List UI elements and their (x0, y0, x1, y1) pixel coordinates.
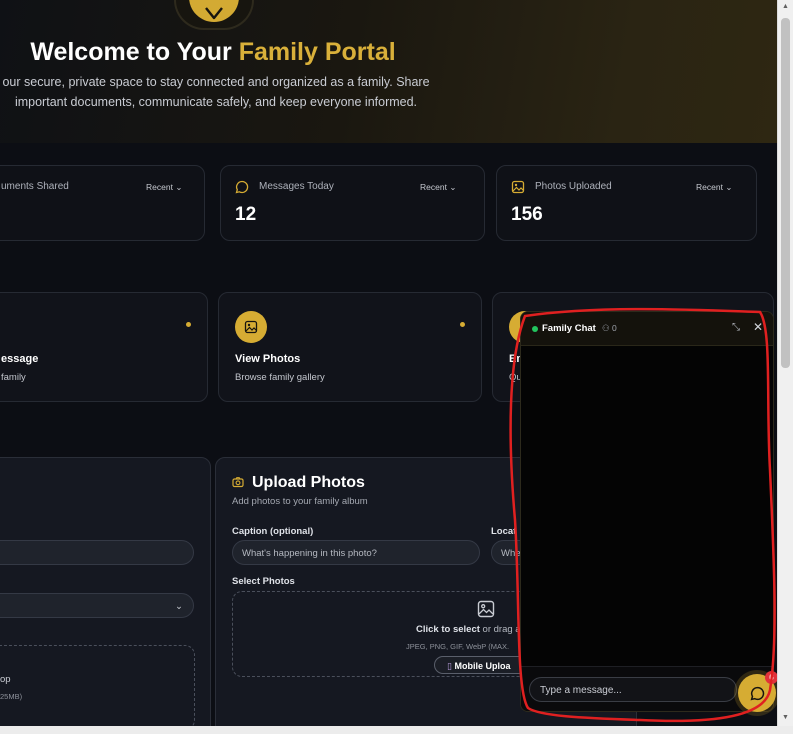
chevron-down-icon: ⌄ (449, 182, 457, 192)
title-accent: Family Portal (238, 38, 396, 66)
action-subtitle: Browse family gallery (235, 372, 325, 383)
hero-logo (174, 0, 254, 30)
mobile-upload-label: Mobile Uploa (454, 661, 511, 671)
left-text-input[interactable] (0, 540, 194, 565)
hero-subtitle: our secure, private space to stay connec… (0, 72, 446, 112)
message-circle-icon (750, 686, 764, 700)
online-status-dot (532, 326, 538, 332)
image-icon (244, 320, 258, 334)
hero-banner: Welcome to Your Family Portal our secure… (0, 0, 777, 143)
chat-footer: Type a message... (521, 666, 773, 711)
camera-icon (232, 477, 244, 488)
action-card-view-photos[interactable]: View Photos Browse family gallery (218, 292, 482, 402)
subtitle-line-2: important documents, communicate safely,… (14, 95, 418, 109)
scroll-down-icon[interactable]: ▼ (782, 714, 789, 721)
image-upload-icon (477, 600, 495, 618)
action-title: View Photos (235, 353, 301, 365)
dropzone-text: Click to select or drag a (416, 624, 521, 635)
panel-title: Upload Photos (252, 474, 365, 491)
action-card-send-message[interactable]: essage family (0, 292, 208, 402)
chat-header: Family Chat ⚇ 0 ⤡ ✕ (521, 312, 773, 346)
stat-filter-dropdown[interactable]: Recent ⌄ (696, 182, 732, 193)
chevron-down-icon: ⌄ (175, 601, 183, 612)
members-count: 0 (612, 323, 617, 333)
caption-label: Caption (optional) (232, 526, 314, 537)
stat-filter-dropdown[interactable]: Recent ⌄ (420, 182, 456, 193)
chat-messages-area[interactable] (521, 346, 773, 666)
left-select[interactable]: ⌄ (0, 593, 194, 618)
unread-badge: 6 (765, 671, 777, 684)
scroll-up-icon[interactable]: ▲ (782, 3, 789, 10)
stat-filter-dropdown[interactable]: Recent ⌄ (146, 182, 182, 193)
close-icon[interactable]: ✕ (753, 320, 763, 334)
scrollbar-thumb[interactable] (781, 18, 790, 368)
dropzone-formats: JPEG, PNG, GIF, WebP (MAX. (406, 642, 510, 651)
heart-icon (205, 7, 223, 20)
panel-subtitle: Add photos to your family album (232, 496, 368, 507)
chevron-down-icon: ⌄ (175, 182, 183, 192)
stat-label: uments Shared (1, 181, 69, 192)
stat-label: Photos Uploaded (535, 181, 612, 192)
dropzone-subtext: 25MB) (0, 692, 23, 701)
message-circle-icon (235, 180, 249, 194)
select-photos-label: Select Photos (232, 576, 295, 587)
location-label: Locat (491, 526, 517, 537)
image-icon (511, 180, 525, 194)
stat-card-messages: Messages Today Recent ⌄ 12 (220, 165, 485, 241)
stat-value: 156 (511, 204, 543, 225)
chevron-down-icon: ⌄ (725, 182, 733, 192)
family-chat-window: Family Chat ⚇ 0 ⤡ ✕ Type a message... (520, 311, 774, 712)
stat-filter-label: Recent (696, 182, 723, 192)
stat-filter-label: Recent (146, 182, 173, 192)
dropzone-text: op (0, 674, 11, 685)
page-title: Welcome to Your Family Portal (0, 38, 426, 67)
stat-value: 12 (235, 204, 257, 225)
stat-label: Messages Today (259, 181, 334, 192)
title-prefix: Welcome to Your (30, 38, 239, 66)
stat-card-photos: Photos Uploaded Recent ⌄ 156 (496, 165, 757, 241)
left-form-panel: ⌄ op 25MB) (0, 457, 211, 726)
dropzone-hint: or drag a (479, 624, 521, 635)
action-subtitle: family (1, 372, 26, 383)
chat-message-input[interactable]: Type a message... (529, 677, 737, 702)
chat-members-count: ⚇ 0 (602, 323, 617, 334)
phone-icon: ▯ (447, 661, 452, 671)
action-icon-circle (235, 311, 267, 343)
dropzone-link[interactable]: Click to select (416, 624, 480, 635)
caption-input[interactable]: What's happening in this photo? (232, 540, 480, 565)
minimize-icon[interactable]: ⤡ (732, 322, 740, 333)
vertical-scrollbar[interactable]: ▲ ▼ (777, 0, 793, 726)
stat-card-documents: uments Shared Recent ⌄ (0, 165, 205, 241)
action-title: essage (1, 353, 39, 365)
users-icon: ⚇ (602, 323, 610, 333)
left-dropzone[interactable]: op 25MB) (0, 645, 195, 726)
family-portal-page: Welcome to Your Family Portal our secure… (0, 0, 777, 726)
notification-dot (460, 322, 465, 327)
chat-title: Family Chat (542, 323, 596, 334)
subtitle-line-1: our secure, private space to stay connec… (2, 75, 430, 89)
horizontal-scrollbar[interactable] (0, 726, 793, 734)
stat-filter-label: Recent (420, 182, 447, 192)
notification-dot (186, 322, 191, 327)
